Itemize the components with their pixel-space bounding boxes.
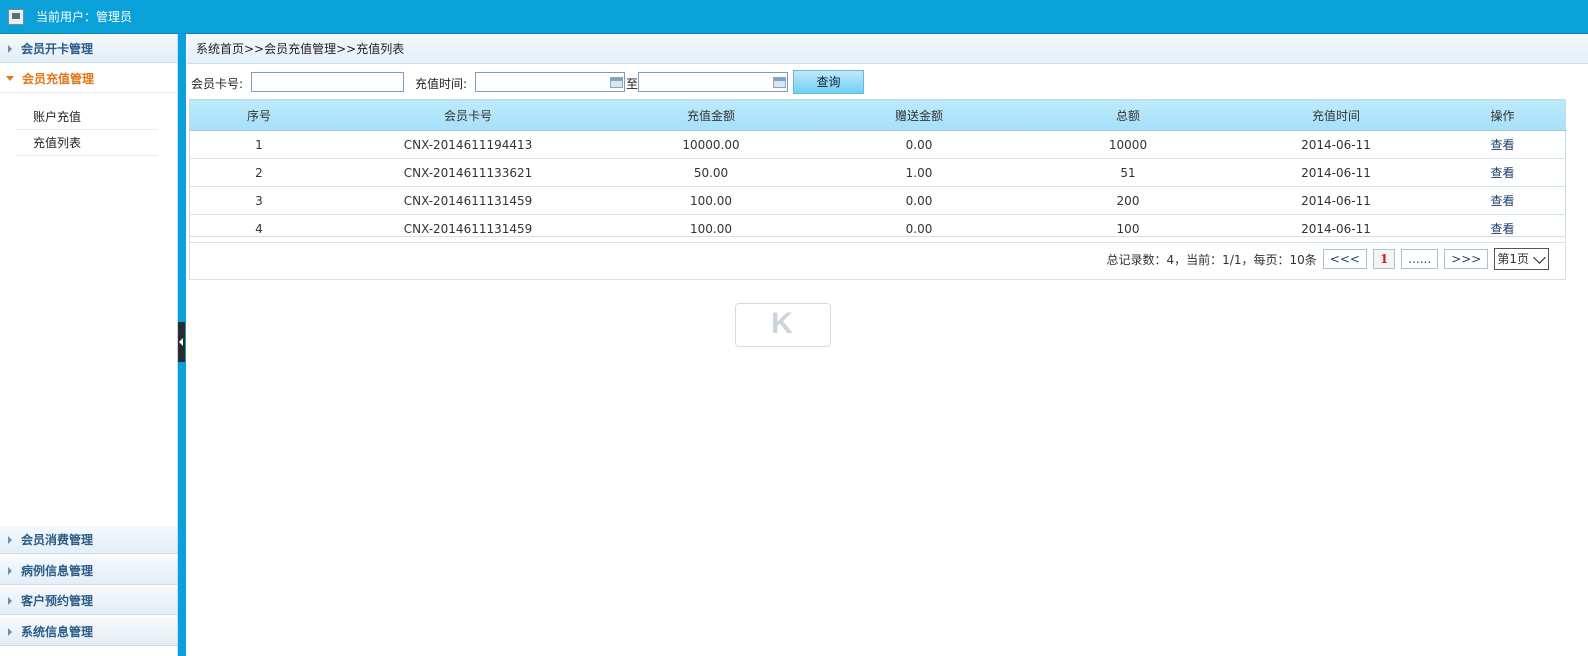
page-select-value: 第1页 — [1497, 252, 1529, 266]
end-date-input[interactable] — [638, 72, 788, 92]
view-link[interactable]: 查看 — [1490, 166, 1514, 180]
cell-index: 2 — [189, 158, 328, 187]
cell-recharge-amount: 10000.00 — [608, 130, 814, 159]
sidebar-menu-label: 会员消费管理 — [21, 533, 94, 547]
column-header: 会员卡号 — [328, 99, 608, 131]
date-range-separator: 至 — [626, 77, 639, 91]
sidebar-menu-cases[interactable]: 病例信息管理 — [0, 556, 177, 585]
table-row: 3 CNX-2014611131459 100.00 0.00 200 2014… — [189, 186, 1566, 215]
expanded-arrow-icon — [6, 76, 14, 81]
page-select[interactable]: 第1页 — [1494, 248, 1549, 270]
user-icon — [8, 8, 24, 25]
collapsed-arrow-icon — [8, 627, 12, 636]
cell-recharge-time: 2014-06-11 — [1232, 130, 1440, 159]
recharge-table: 序号 会员卡号 充值金额 赠送金额 总额 充值时间 操作 1 CNX-20146… — [189, 99, 1566, 243]
recharge-time-label: 充值时间: — [415, 77, 468, 91]
column-header: 充值金额 — [608, 99, 814, 131]
start-date-input[interactable] — [475, 72, 625, 92]
cell-recharge-time: 2014-06-11 — [1232, 186, 1440, 215]
cell-card-number: CNX-2014611131459 — [328, 186, 608, 215]
sidebar-menu-card-open[interactable]: 会员开卡管理 — [0, 34, 177, 63]
sidebar-menu-label: 会员充值管理 — [22, 72, 95, 86]
first-page-button[interactable]: <<< — [1322, 249, 1367, 269]
sidebar-menu-label: 客户预约管理 — [21, 594, 94, 608]
sidebar-menu-consumption[interactable]: 会员消费管理 — [0, 525, 177, 554]
calendar-icon[interactable] — [610, 77, 623, 88]
cell-total: 200 — [1024, 186, 1232, 215]
more-pages-button[interactable]: ...... — [1401, 249, 1439, 269]
column-header: 总额 — [1024, 99, 1232, 131]
view-link[interactable]: 查看 — [1490, 138, 1514, 152]
collapsed-arrow-icon — [8, 566, 12, 575]
sidebar-menu-appointments[interactable]: 客户预约管理 — [0, 586, 177, 615]
sidebar-item-recharge-list[interactable]: 充值列表 — [16, 130, 158, 156]
column-header: 充值时间 — [1232, 99, 1440, 131]
card-number-input[interactable] — [251, 72, 404, 92]
column-header: 操作 — [1440, 99, 1566, 131]
sidebar-menu-label: 病例信息管理 — [21, 564, 94, 578]
current-user-label: 当前用户：管理员 — [36, 10, 133, 24]
column-header: 序号 — [189, 99, 328, 131]
sidebar-item-account-recharge[interactable]: 账户充值 — [16, 104, 158, 130]
calendar-icon[interactable] — [773, 77, 786, 88]
table-header-row: 序号 会员卡号 充值金额 赠送金额 总额 充值时间 操作 — [189, 99, 1566, 131]
watermark-logo: K — [735, 303, 831, 347]
pagination: 总记录数：4，当前：1/1，每页：10条 <<< 1 ...... >>> 第1… — [1107, 248, 1549, 270]
top-bar: 当前用户：管理员 — [0, 0, 1588, 34]
cell-card-number: CNX-2014611194413 — [328, 130, 608, 159]
current-page-button[interactable]: 1 — [1372, 249, 1396, 269]
cell-index: 3 — [189, 186, 328, 215]
chevron-down-icon — [1533, 250, 1546, 264]
record-summary: 总记录数：4，当前：1/1，每页：10条 — [1106, 252, 1317, 267]
table-row: 2 CNX-2014611133621 50.00 1.00 51 2014-0… — [189, 158, 1566, 187]
column-header: 赠送金额 — [814, 99, 1024, 131]
search-button[interactable]: 查询 — [793, 70, 864, 94]
view-link[interactable]: 查看 — [1490, 222, 1514, 236]
card-number-label: 会员卡号: — [191, 77, 244, 91]
collapsed-arrow-icon — [8, 535, 12, 544]
cell-bonus-amount: 0.00 — [814, 186, 1024, 215]
collapsed-arrow-icon — [8, 44, 12, 53]
sidebar-divider — [178, 34, 186, 656]
last-page-button[interactable]: >>> — [1444, 249, 1489, 269]
collapsed-arrow-icon — [8, 596, 12, 605]
main-content: 系统首页>>会员充值管理>>充值列表 会员卡号: 充值时间: 至 查询 序号 会… — [187, 34, 1588, 656]
cell-total: 10000 — [1024, 130, 1232, 159]
cell-bonus-amount: 1.00 — [814, 158, 1024, 187]
sidebar-menu-label: 系统信息管理 — [21, 625, 94, 639]
breadcrumb: 系统首页>>会员充值管理>>充值列表 — [187, 34, 1588, 64]
cell-total: 51 — [1024, 158, 1232, 187]
collapse-sidebar-toggle[interactable] — [178, 322, 185, 362]
cell-index: 1 — [189, 130, 328, 159]
cell-card-number: CNX-2014611133621 — [328, 158, 608, 187]
sidebar-menu-recharge[interactable]: 会员充值管理 — [0, 64, 177, 93]
search-bar: 会员卡号: 充值时间: 至 查询 — [187, 70, 1588, 96]
table-row: 1 CNX-2014611194413 10000.00 0.00 10000 … — [189, 130, 1566, 159]
sidebar-menu-system[interactable]: 系统信息管理 — [0, 617, 177, 646]
view-link[interactable]: 查看 — [1490, 194, 1514, 208]
cell-bonus-amount: 0.00 — [814, 130, 1024, 159]
cell-recharge-amount: 50.00 — [608, 158, 814, 187]
cell-action: 查看 — [1440, 130, 1566, 159]
cell-action: 查看 — [1440, 186, 1566, 215]
cell-recharge-time: 2014-06-11 — [1232, 158, 1440, 187]
sidebar-menu-label: 会员开卡管理 — [21, 42, 94, 56]
cell-recharge-amount: 100.00 — [608, 186, 814, 215]
pagination-bar: 总记录数：4，当前：1/1，每页：10条 <<< 1 ...... >>> 第1… — [189, 236, 1566, 280]
cell-action: 查看 — [1440, 158, 1566, 187]
sidebar: 会员开卡管理 会员充值管理 账户充值 充值列表 会员消费管理 病例信息管理 客户… — [0, 34, 178, 656]
